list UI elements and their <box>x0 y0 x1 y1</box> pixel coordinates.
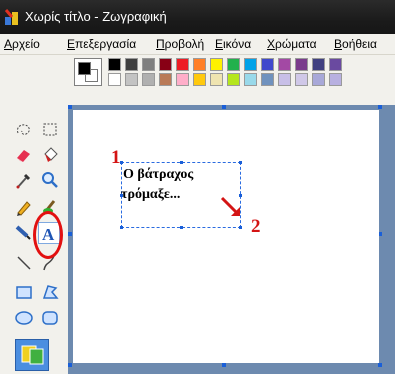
rectangle-icon[interactable] <box>14 282 34 302</box>
selection-handle[interactable] <box>180 161 183 164</box>
canvas-resize-handle[interactable] <box>378 105 382 109</box>
color-swatch[interactable] <box>193 58 206 71</box>
color-swatch[interactable] <box>261 73 274 86</box>
menu-view-label: Προβολή <box>156 37 205 51</box>
menu-colors[interactable]: Χρώματα <box>267 37 317 51</box>
color-swatch[interactable] <box>312 58 325 71</box>
color-swatch-icon <box>21 345 44 365</box>
rounded-rect-icon[interactable] <box>40 308 60 328</box>
color-swatch[interactable] <box>244 58 257 71</box>
color-picker-icon[interactable] <box>14 170 34 190</box>
color-swatch[interactable] <box>261 58 274 71</box>
foreground-color-swatch[interactable] <box>78 62 91 75</box>
color-swatch[interactable] <box>278 58 291 71</box>
color-swatch[interactable] <box>176 58 189 71</box>
color-options-button[interactable] <box>15 339 49 371</box>
color-swatch[interactable] <box>244 73 257 86</box>
canvas-text-line-2: τρόμαξε... <box>121 187 181 202</box>
annotation-circle <box>33 211 63 259</box>
color-swatch[interactable] <box>159 58 172 71</box>
selection-handle[interactable] <box>180 226 183 229</box>
menu-edit-label: Επεξεργασία <box>67 37 137 51</box>
color-swatch[interactable] <box>176 73 189 86</box>
color-swatch[interactable] <box>193 73 206 86</box>
color-swatch[interactable] <box>159 73 172 86</box>
menu-bar: Αρχείο Επεξεργασία Προβολή Εικόνα Χρώματ… <box>0 34 395 55</box>
line-icon[interactable] <box>14 253 34 273</box>
color-swatch[interactable] <box>329 73 342 86</box>
canvas-text-line-1: Ο βάτραχος <box>123 167 194 182</box>
menu-image[interactable]: Εικόνα <box>215 37 251 51</box>
selection-handle[interactable] <box>239 226 242 229</box>
color-swatch[interactable] <box>227 58 240 71</box>
color-swatch[interactable] <box>312 73 325 86</box>
magnifier-icon[interactable] <box>40 170 60 190</box>
canvas-resize-handle[interactable] <box>68 232 72 236</box>
menu-edit[interactable]: Επεξεργασία <box>67 37 136 51</box>
window-title: Χωρίς τίτλο - Ζωγραφική <box>25 9 167 24</box>
canvas-resize-handle[interactable] <box>68 105 72 109</box>
color-swatch[interactable] <box>125 73 138 86</box>
color-swatch[interactable] <box>295 73 308 86</box>
selection-handle[interactable] <box>239 161 242 164</box>
pencil-icon[interactable] <box>14 197 34 217</box>
selection-handle[interactable] <box>120 226 123 229</box>
color-swatch[interactable] <box>278 73 291 86</box>
color-swatch[interactable] <box>142 58 155 71</box>
canvas-resize-handle[interactable] <box>378 363 382 367</box>
color-swatch[interactable] <box>108 73 121 86</box>
fill-bucket-icon[interactable] <box>40 145 60 165</box>
color-palette <box>74 58 356 98</box>
color-swatch[interactable] <box>210 58 223 71</box>
annotation-arrow-icon <box>220 196 240 216</box>
color-swatch[interactable] <box>125 58 138 71</box>
color-swatch[interactable] <box>329 58 342 71</box>
annotation-marker-2: 2 <box>251 216 261 237</box>
color-swatch[interactable] <box>227 73 240 86</box>
current-colors[interactable] <box>74 58 102 86</box>
menu-view[interactable]: Προβολή <box>156 37 204 51</box>
paint-app-icon <box>4 9 18 25</box>
canvas-area <box>68 105 395 374</box>
free-select-icon[interactable] <box>14 120 34 140</box>
airbrush-icon[interactable] <box>14 222 34 242</box>
color-swatch[interactable] <box>108 58 121 71</box>
menu-help-label: Βοήθεια <box>334 37 377 51</box>
color-swatch[interactable] <box>210 73 223 86</box>
color-palette-area <box>0 55 395 105</box>
ellipse-icon[interactable] <box>14 308 34 328</box>
canvas-resize-handle[interactable] <box>222 363 226 367</box>
menu-image-label: Εικόνα <box>215 37 252 51</box>
polygon-icon[interactable] <box>40 282 60 302</box>
menu-file-label: Αρχείο <box>4 37 40 51</box>
menu-help[interactable]: Βοήθεια <box>334 37 377 51</box>
title-bar: Χωρίς τίτλο - Ζωγραφική <box>0 0 395 34</box>
color-swatch[interactable] <box>295 58 308 71</box>
eraser-icon[interactable] <box>14 145 34 165</box>
canvas-resize-handle[interactable] <box>222 105 226 109</box>
menu-colors-label: Χρώματα <box>267 37 317 51</box>
annotation-marker-1: 1 <box>111 147 121 168</box>
canvas-resize-handle[interactable] <box>68 363 72 367</box>
rect-select-icon[interactable] <box>40 120 60 140</box>
menu-file[interactable]: Αρχείο <box>4 37 40 51</box>
color-swatch[interactable] <box>142 73 155 86</box>
toolbox: A <box>0 105 68 374</box>
